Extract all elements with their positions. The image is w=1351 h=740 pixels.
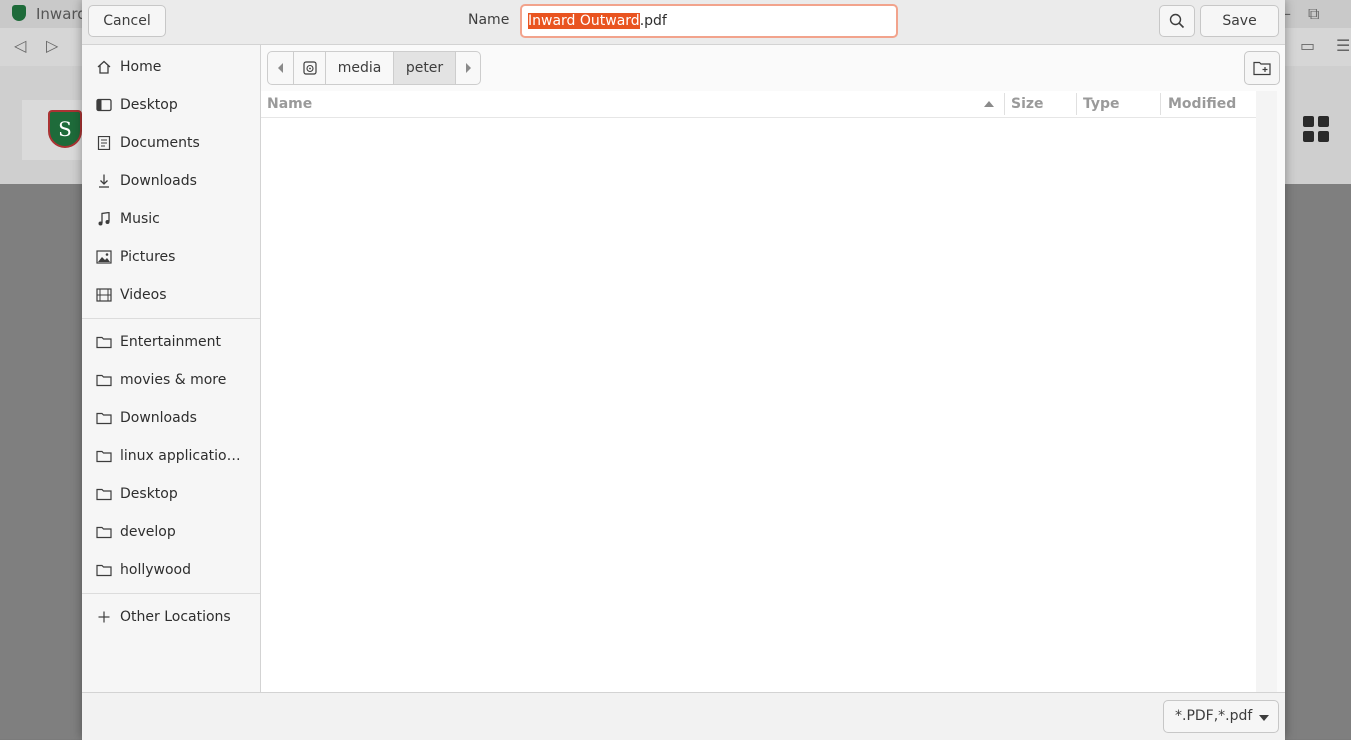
sidebar-item-label: Desktop [120, 97, 178, 113]
column-header-size[interactable]: Size [1011, 96, 1044, 112]
name-label: Name [468, 12, 510, 28]
column-divider[interactable] [1076, 93, 1077, 115]
column-divider[interactable] [1004, 93, 1005, 115]
apps-grid-icon[interactable] [1303, 116, 1329, 142]
sidebar-item-label: Desktop [120, 486, 178, 502]
file-type-filter-label: *.PDF,*.pdf [1175, 708, 1253, 724]
documents-icon [97, 136, 111, 150]
search-button[interactable] [1159, 5, 1195, 37]
sidebar-separator [82, 318, 260, 319]
sidebar-item-hollywood[interactable]: hollywood [82, 553, 260, 587]
column-header-modified[interactable]: Modified [1168, 96, 1236, 112]
sidebar-item-entertainment[interactable]: Entertainment [82, 325, 260, 359]
column-header-name[interactable]: Name [267, 96, 312, 112]
folder-icon [96, 488, 112, 501]
path-segment-peter[interactable]: peter [393, 51, 456, 85]
sidebar-item-label: Home [120, 59, 162, 75]
browser-tab-title[interactable]: Inward [36, 5, 87, 23]
sidebar-item-documents[interactable]: Documents [82, 126, 260, 160]
path-segment-media[interactable]: media [325, 51, 394, 85]
downloads-icon [99, 174, 109, 188]
filename-extension: .pdf [639, 13, 667, 29]
sidebar-item-pictures[interactable]: Pictures [82, 240, 260, 274]
sidebar-item-label: Documents [120, 135, 200, 151]
site-logo: S [48, 110, 82, 148]
folder-icon [96, 564, 112, 577]
videos-icon [96, 288, 112, 302]
column-divider[interactable] [1160, 93, 1161, 115]
create-folder-button[interactable] [1244, 51, 1280, 85]
folder-icon [96, 336, 112, 349]
dialog-footer [82, 692, 1285, 740]
wallet-icon[interactable]: ▭ [1300, 36, 1315, 55]
sidebar-item-label: Music [120, 211, 160, 227]
folder-icon [96, 450, 112, 463]
sidebar-item-label: Downloads [120, 410, 197, 426]
sidebar-item-downloads-bookmark[interactable]: Downloads [82, 401, 260, 435]
file-type-filter-dropdown[interactable]: *.PDF,*.pdf [1163, 700, 1279, 733]
pictures-icon [96, 250, 112, 264]
sidebar-item-label: Videos [120, 287, 167, 303]
sidebar-item-desktop[interactable]: Desktop [82, 88, 260, 122]
sidebar-item-label: Pictures [120, 249, 176, 265]
sidebar-item-label: Entertainment [120, 334, 222, 350]
drive-icon [302, 61, 317, 75]
dialog-headerbar: Cancel Name Inward Outward.pdf Save [82, 0, 1285, 45]
music-icon [98, 212, 110, 226]
forward-icon[interactable]: ▷ [46, 36, 58, 55]
search-icon [1169, 13, 1185, 29]
file-list[interactable]: Name Size Type Modified [261, 91, 1277, 692]
places-sidebar: Home Desktop Documents Downloads Music P… [82, 45, 261, 692]
sidebar-item-other-locations[interactable]: Other Locations [82, 600, 260, 634]
new-folder-icon [1253, 61, 1271, 76]
column-header-type[interactable]: Type [1083, 96, 1120, 112]
site-favicon [12, 5, 26, 21]
save-button[interactable]: Save [1200, 5, 1279, 37]
sidebar-item-label: develop [120, 524, 176, 540]
chevron-left-icon [277, 63, 283, 73]
sidebar-item-linux-applications[interactable]: linux applicatio… [82, 439, 260, 473]
home-icon [97, 60, 111, 74]
filename-selected-text: Inward Outward [528, 13, 640, 29]
folder-icon [96, 374, 112, 387]
sidebar-item-label: hollywood [120, 562, 191, 578]
folder-icon [96, 412, 112, 425]
back-icon[interactable]: ◁ [14, 36, 26, 55]
filename-input[interactable]: Inward Outward.pdf [520, 4, 898, 38]
chevron-right-icon [466, 63, 471, 73]
file-list-header: Name Size Type Modified [261, 91, 1256, 118]
sidebar-item-movies-and-more[interactable]: movies & more [82, 363, 260, 397]
sidebar-item-downloads[interactable]: Downloads [82, 164, 260, 198]
sidebar-item-label: linux applicatio… [120, 448, 241, 464]
menu-icon[interactable]: ☰ [1336, 36, 1350, 55]
sort-ascending-icon[interactable] [984, 101, 994, 107]
path-scroll-left-button[interactable] [267, 51, 294, 85]
sidebar-item-label: Downloads [120, 173, 197, 189]
desktop-icon [96, 98, 112, 112]
save-file-dialog: Cancel Name Inward Outward.pdf Save Home… [82, 0, 1285, 740]
file-list-scrollbar-track[interactable] [1256, 91, 1277, 692]
sidebar-separator [82, 593, 260, 594]
cancel-button[interactable]: Cancel [88, 5, 166, 37]
plus-icon [98, 611, 110, 623]
path-scroll-right-button[interactable] [455, 51, 481, 85]
folder-icon [96, 526, 112, 539]
sidebar-item-music[interactable]: Music [82, 202, 260, 236]
sidebar-item-desktop-bookmark[interactable]: Desktop [82, 477, 260, 511]
path-root-button[interactable] [293, 51, 326, 85]
sidebar-item-develop[interactable]: develop [82, 515, 260, 549]
sidebar-item-home[interactable]: Home [82, 50, 260, 84]
chevron-down-icon [1259, 715, 1269, 721]
sidebar-item-videos[interactable]: Videos [82, 278, 260, 312]
sidebar-item-label: Other Locations [120, 609, 231, 625]
sidebar-item-label: movies & more [120, 372, 227, 388]
restore-window-icon[interactable]: ⧉ [1308, 4, 1319, 24]
